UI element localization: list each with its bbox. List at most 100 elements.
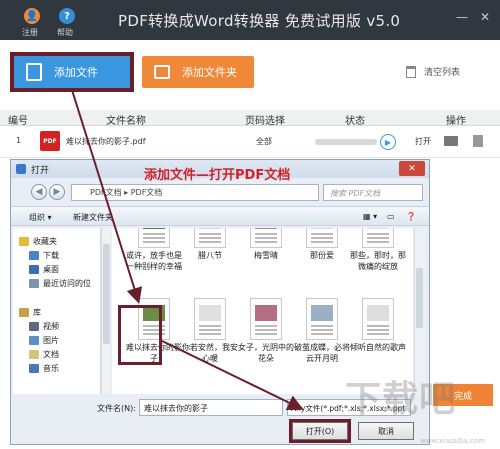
- file-label[interactable]: 你若安然，我安心暖: [182, 342, 238, 364]
- register-icon[interactable]: 👤: [24, 8, 40, 24]
- thumbnail-text-line: [367, 329, 389, 331]
- file-label[interactable]: 那份爱: [294, 250, 350, 261]
- file-thumbnail[interactable]: [250, 298, 282, 340]
- preview-pane-icon[interactable]: ▭: [387, 212, 395, 221]
- thumbnail-text-line: [311, 237, 333, 239]
- video-icon: [29, 322, 39, 331]
- nav-scroll-thumb[interactable]: [103, 244, 110, 344]
- nav-music[interactable]: 音乐: [29, 363, 59, 374]
- file-label[interactable]: 破茧成蝶，必将云开月明: [294, 342, 350, 364]
- add-file-button[interactable]: 添加文件: [10, 52, 134, 92]
- nav-favorites[interactable]: 收藏夹: [19, 236, 57, 247]
- thumbnail-text-line: [311, 333, 333, 335]
- view-options-icon[interactable]: ▦ ▾: [363, 212, 377, 221]
- thumbnail-text-line: [367, 333, 389, 335]
- file-label[interactable]: 腊八节: [182, 250, 238, 261]
- help-label[interactable]: 帮助: [57, 27, 73, 38]
- address-bar[interactable]: PDF文档 ▸ PDF文档: [71, 184, 319, 201]
- nav-libraries[interactable]: 库: [19, 307, 41, 318]
- new-folder-button[interactable]: 新建文件夹: [73, 212, 113, 223]
- nav-videos[interactable]: 视频: [29, 321, 59, 332]
- pdf-file-icon: PDF: [40, 131, 60, 151]
- forward-arrow-icon[interactable]: ▶: [49, 184, 65, 200]
- col-filename: 文件名称: [106, 116, 146, 127]
- nav-desktop[interactable]: 桌面: [29, 264, 59, 275]
- thumbnail-text-line: [367, 233, 389, 235]
- cancel-button[interactable]: 取消: [358, 422, 414, 440]
- help-icon[interactable]: ❓: [406, 212, 416, 221]
- back-arrow-icon[interactable]: ◀: [31, 184, 47, 200]
- file-thumbnail[interactable]: [306, 298, 338, 340]
- file-label[interactable]: 倾听自然的歌声: [350, 342, 406, 353]
- nav-pictures[interactable]: 图片: [29, 335, 59, 346]
- thumbnail-text-line: [199, 241, 221, 243]
- thumbnail-picture: [311, 228, 333, 229]
- organize-menu[interactable]: 组织 ▾: [29, 212, 52, 223]
- trash-icon: [406, 65, 416, 78]
- file-thumbnail[interactable]: [250, 228, 282, 248]
- breadcrumb-1[interactable]: PDF文档: [90, 188, 122, 197]
- nav-scrollbar[interactable]: [101, 228, 111, 394]
- file-view-scroll-thumb[interactable]: [416, 268, 423, 328]
- add-folder-button[interactable]: 添加文件夹: [142, 56, 254, 88]
- open-folder-icon[interactable]: [444, 136, 458, 146]
- dialog-title: 打开: [31, 166, 50, 176]
- thumbnail-picture: [311, 305, 333, 321]
- file-label[interactable]: 或许，放手也是一种别样的幸福: [126, 250, 182, 272]
- thumbnail-text-line: [255, 233, 277, 235]
- dialog-nav-bar: ◀ ▶ PDF文档 ▸ PDF文档 搜索 PDF文档: [11, 180, 429, 204]
- table-row[interactable]: 1 PDF 难以抹去你的影子.pdf 全部 ▶ 打开: [0, 126, 500, 158]
- app-title: PDF转换成Word转换器 免费试用版 v5.0: [118, 12, 401, 30]
- row-open-link[interactable]: 打开: [415, 136, 431, 147]
- file-thumbnail[interactable]: [362, 228, 394, 248]
- dialog-search-input[interactable]: 搜索 PDF文档: [323, 184, 423, 201]
- col-status: 状态: [345, 116, 365, 127]
- nav-documents[interactable]: 文档: [29, 349, 59, 360]
- folder-icon: [154, 65, 170, 79]
- library-icon: [19, 308, 29, 317]
- star-icon: [19, 237, 29, 246]
- thumbnail-picture: [255, 228, 277, 229]
- file-thumbnail[interactable]: [362, 298, 394, 340]
- picture-icon: [29, 336, 39, 345]
- app-window: 👤 注册 ? 帮助 PDF转换成Word转换器 免费试用版 v5.0 — ✕ 添…: [0, 0, 500, 449]
- thumbnail-picture: [255, 305, 277, 321]
- clear-list-button[interactable]: 清空列表: [406, 65, 460, 78]
- file-thumbnail[interactable]: [306, 228, 338, 248]
- thumbnail-text-line: [255, 241, 277, 243]
- desktop-icon: [29, 265, 39, 274]
- dialog-title-bar: 打开 添加文件—打开PDF文档 ✕: [11, 160, 429, 183]
- open-button[interactable]: 打开(O): [289, 419, 351, 443]
- thumbnail-picture: [367, 305, 389, 321]
- breadcrumb-2[interactable]: PDF文档: [131, 188, 163, 197]
- dialog-close-button[interactable]: ✕: [399, 161, 425, 176]
- add-file-label: 添加文件: [54, 66, 98, 79]
- thumbnail-picture: [367, 228, 389, 229]
- thumbnail-text-line: [143, 233, 165, 235]
- close-button[interactable]: ✕: [480, 10, 490, 24]
- nav-recent[interactable]: 最近访问的位: [29, 278, 91, 289]
- file-thumbnail[interactable]: [194, 298, 226, 340]
- delete-icon[interactable]: [473, 135, 483, 147]
- minimize-button[interactable]: —: [456, 10, 468, 24]
- clear-list-label: 清空列表: [424, 68, 461, 78]
- play-icon[interactable]: ▶: [380, 134, 396, 150]
- file-label[interactable]: 梅雪晴: [238, 250, 294, 261]
- register-label[interactable]: 注册: [22, 27, 38, 38]
- help-icon[interactable]: ?: [59, 8, 75, 24]
- file-thumbnail[interactable]: [138, 228, 170, 248]
- file-label[interactable]: 女子，光阴中的花朵: [238, 342, 294, 364]
- documents-icon: [29, 350, 39, 359]
- file-thumbnail[interactable]: [194, 228, 226, 248]
- row-pages[interactable]: 全部: [256, 136, 272, 147]
- thumbnail-text-line: [199, 329, 221, 331]
- thumbnail-text-line: [367, 241, 389, 243]
- thumbnail-text-line: [311, 325, 333, 327]
- file-label[interactable]: 那些，那时，那微痛的绽放: [350, 250, 406, 272]
- title-bar: 👤 注册 ? 帮助 PDF转换成Word转换器 免费试用版 v5.0 — ✕: [0, 0, 500, 40]
- filename-input[interactable]: 难以抹去你的影子: [139, 399, 283, 416]
- thumbnail-text-line: [199, 333, 221, 335]
- selected-file-highlight: [118, 305, 162, 365]
- thumbnail-text-line: [199, 237, 221, 239]
- nav-downloads[interactable]: 下载: [29, 250, 59, 261]
